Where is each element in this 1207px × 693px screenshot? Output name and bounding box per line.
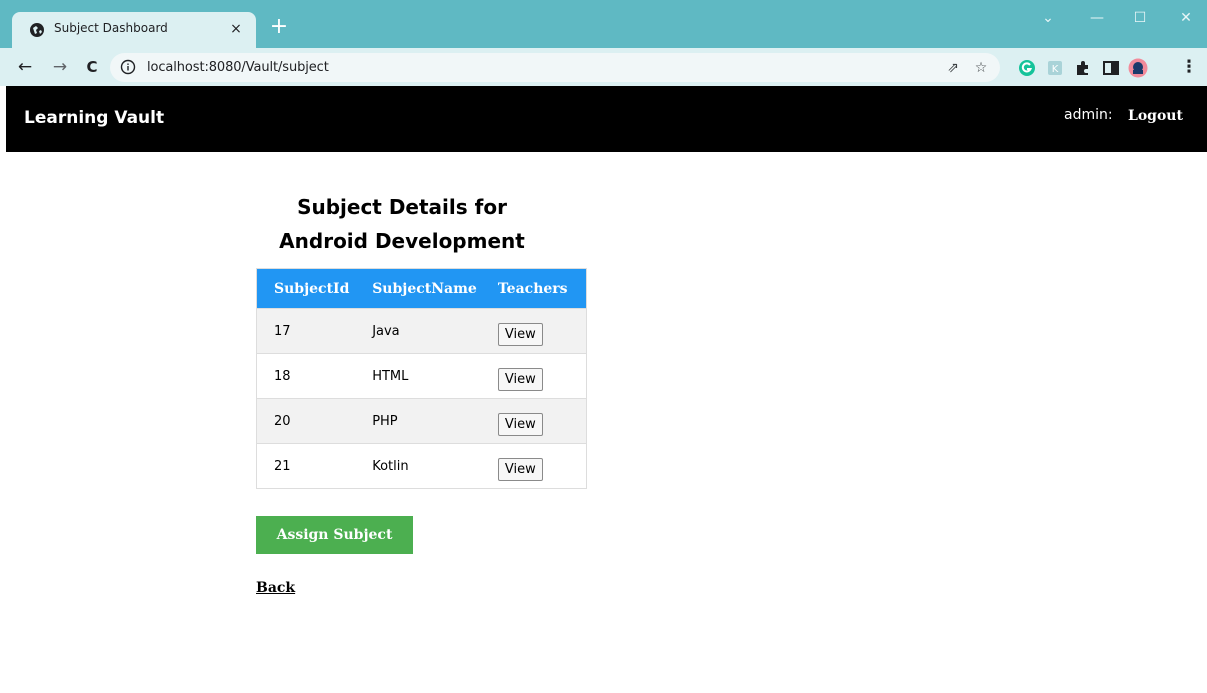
side-panel-icon[interactable] [1102, 59, 1120, 77]
subject-name-cell: PHP [364, 398, 492, 444]
page-title-line1: Subject Details for [297, 195, 507, 219]
teachers-cell: View [491, 353, 587, 399]
subject-name-cell: HTML [364, 353, 492, 399]
view-teachers-button[interactable]: View [497, 322, 543, 346]
back-link[interactable]: Back [256, 580, 295, 596]
table-row: 21 Kotlin View [256, 443, 587, 489]
view-teachers-button[interactable]: View [497, 412, 543, 436]
grammarly-icon[interactable] [1018, 59, 1036, 77]
close-window-icon[interactable]: ✕ [1166, 6, 1206, 30]
user-label: admin: [1064, 107, 1113, 123]
subject-id-cell: 17 [256, 308, 365, 354]
bookmark-star-icon[interactable]: ☆ [972, 59, 990, 77]
globe-icon [30, 23, 44, 37]
app-header: Learning Vault admin: Logout [6, 86, 1207, 152]
address-bar[interactable]: localhost:8080/Vault/subject ⇗ ☆ [110, 53, 1000, 82]
subject-name-cell: Kotlin [364, 443, 492, 489]
column-header-teachers: Teachers [491, 268, 587, 309]
column-header-subject-id: SubjectId [256, 268, 365, 309]
page-title-line2: Android Development [279, 229, 525, 253]
tab-strip: Subject Dashboard × + ⌄ — ☐ ✕ [0, 0, 1207, 48]
table-row: 17 Java View [256, 308, 587, 354]
browser-chrome: Subject Dashboard × + ⌄ — ☐ ✕ ← → C loca… [0, 0, 1207, 86]
table-row: 20 PHP View [256, 398, 587, 444]
url-text: localhost:8080/Vault/subject [147, 60, 329, 75]
info-icon[interactable] [120, 59, 136, 75]
profile-avatar-icon[interactable] [1128, 58, 1148, 78]
brand-title[interactable]: Learning Vault [24, 108, 164, 128]
subject-name-cell: Java [364, 308, 492, 354]
subject-id-cell: 21 [256, 443, 365, 489]
column-header-subject-name: SubjectName [364, 268, 492, 309]
forward-arrow-icon[interactable]: → [49, 56, 71, 78]
new-tab-button[interactable]: + [266, 15, 292, 41]
page-title: Subject Details for Android Development [256, 190, 548, 258]
table-header-row: SubjectId SubjectName Teachers [256, 268, 587, 309]
table-row: 18 HTML View [256, 353, 587, 399]
teachers-cell: View [491, 398, 587, 444]
logout-link[interactable]: Logout [1128, 108, 1183, 124]
svg-text:K: K [1052, 64, 1059, 75]
maximize-icon[interactable]: ☐ [1120, 6, 1160, 30]
view-teachers-button[interactable]: View [497, 457, 543, 481]
browser-tab[interactable]: Subject Dashboard × [12, 12, 256, 48]
subjects-table: SubjectId SubjectName Teachers 17 Java V… [256, 268, 587, 489]
reload-icon[interactable]: C [81, 56, 103, 78]
tab-search-icon[interactable]: ⌄ [1028, 6, 1068, 30]
subject-id-cell: 18 [256, 353, 365, 399]
browser-menu-icon[interactable]: ⋮ [1178, 56, 1200, 78]
minimize-icon[interactable]: — [1077, 6, 1117, 30]
assign-subject-button[interactable]: Assign Subject [256, 516, 413, 554]
share-icon[interactable]: ⇗ [944, 59, 962, 77]
tab-title: Subject Dashboard [54, 21, 168, 35]
teachers-cell: View [491, 308, 587, 354]
browser-toolbar: ← → C localhost:8080/Vault/subject ⇗ ☆ K [0, 48, 1207, 86]
subject-id-cell: 20 [256, 398, 365, 444]
extensions-puzzle-icon[interactable] [1074, 59, 1092, 77]
tab-close-icon[interactable]: × [228, 20, 244, 38]
back-arrow-icon[interactable]: ← [14, 56, 36, 78]
extension-k-icon[interactable]: K [1046, 59, 1064, 77]
teachers-cell: View [491, 443, 587, 489]
view-teachers-button[interactable]: View [497, 367, 543, 391]
